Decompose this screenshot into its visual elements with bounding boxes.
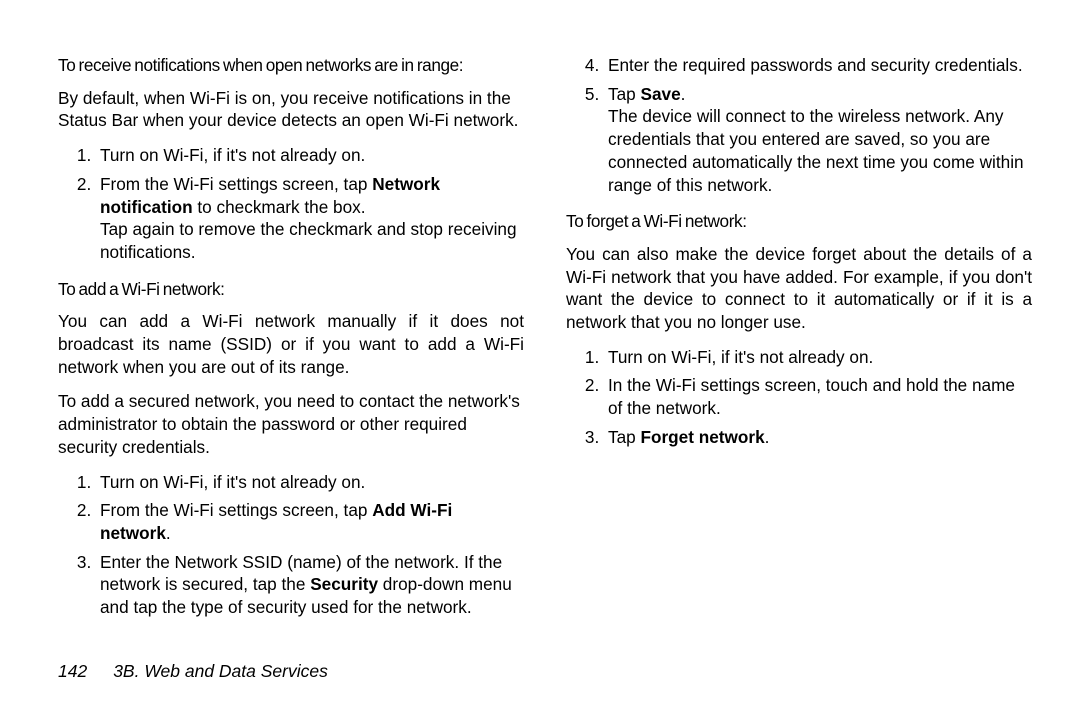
step-text: Enter the required passwords and securit… (608, 55, 1023, 75)
list-item: Tap Forget network. (604, 426, 1032, 449)
step-text: Tap Save. (608, 84, 685, 104)
step-text: Turn on Wi-Fi, if it's not already on. (100, 145, 365, 165)
step-text: Turn on Wi-Fi, if it's not already on. (100, 472, 365, 492)
list-item: Turn on Wi-Fi, if it's not already on. (604, 346, 1032, 369)
paragraph: To add a secured network, you need to co… (58, 390, 524, 458)
heading-forget: To forget a Wi-Fi network: (566, 210, 1032, 233)
text: From the Wi-Fi settings screen, tap (100, 174, 372, 194)
steps-notify: Turn on Wi-Fi, if it's not already on. F… (58, 144, 524, 264)
page-footer: 142 3B. Web and Data Services (58, 661, 328, 682)
step-text: Tap Forget network. (608, 427, 769, 447)
step-text: In the Wi-Fi settings screen, touch and … (608, 375, 1015, 418)
list-item: Tap Save. The device will connect to the… (604, 83, 1032, 197)
text: . (681, 84, 686, 104)
list-item: From the Wi-Fi settings screen, tap Netw… (96, 173, 524, 264)
step-subtext: The device will connect to the wireless … (608, 105, 1032, 196)
text-columns: To receive notifications when open netwo… (58, 54, 1032, 624)
paragraph: You can also make the device forget abou… (566, 243, 1032, 334)
bold-label: Save (641, 84, 681, 104)
bold-label: Security (310, 574, 378, 594)
text: Tap (608, 84, 641, 104)
step-text: Turn on Wi-Fi, if it's not already on. (608, 347, 873, 367)
paragraph: You can add a Wi-Fi network manually if … (58, 310, 524, 378)
paragraph: By default, when Wi-Fi is on, you receiv… (58, 87, 524, 132)
heading-add: To add a Wi-Fi network: (58, 278, 524, 301)
step-subtext: Tap again to remove the checkmark and st… (100, 218, 524, 263)
text: Tap (608, 427, 641, 447)
text: . (166, 523, 171, 543)
page-number: 142 (58, 661, 87, 682)
list-item: In the Wi-Fi settings screen, touch and … (604, 374, 1032, 419)
bold-label: Forget network (641, 427, 765, 447)
step-text: Enter the Network SSID (name) of the net… (100, 552, 512, 617)
step-text: From the Wi-Fi settings screen, tap Add … (100, 500, 452, 543)
manual-page: To receive notifications when open netwo… (0, 0, 1080, 720)
section-title: 3B. Web and Data Services (113, 661, 328, 682)
list-item: Enter the required passwords and securit… (604, 54, 1032, 77)
list-item: Turn on Wi-Fi, if it's not already on. (96, 144, 524, 167)
text: From the Wi-Fi settings screen, tap (100, 500, 372, 520)
list-item: Enter the Network SSID (name) of the net… (96, 551, 524, 619)
text: to checkmark the box. (193, 197, 366, 217)
text: . (765, 427, 770, 447)
step-text: From the Wi-Fi settings screen, tap Netw… (100, 174, 440, 217)
steps-forget: Turn on Wi-Fi, if it's not already on. I… (566, 346, 1032, 449)
list-item: From the Wi-Fi settings screen, tap Add … (96, 499, 524, 544)
heading-notify: To receive notifications when open netwo… (58, 54, 524, 77)
list-item: Turn on Wi-Fi, if it's not already on. (96, 471, 524, 494)
